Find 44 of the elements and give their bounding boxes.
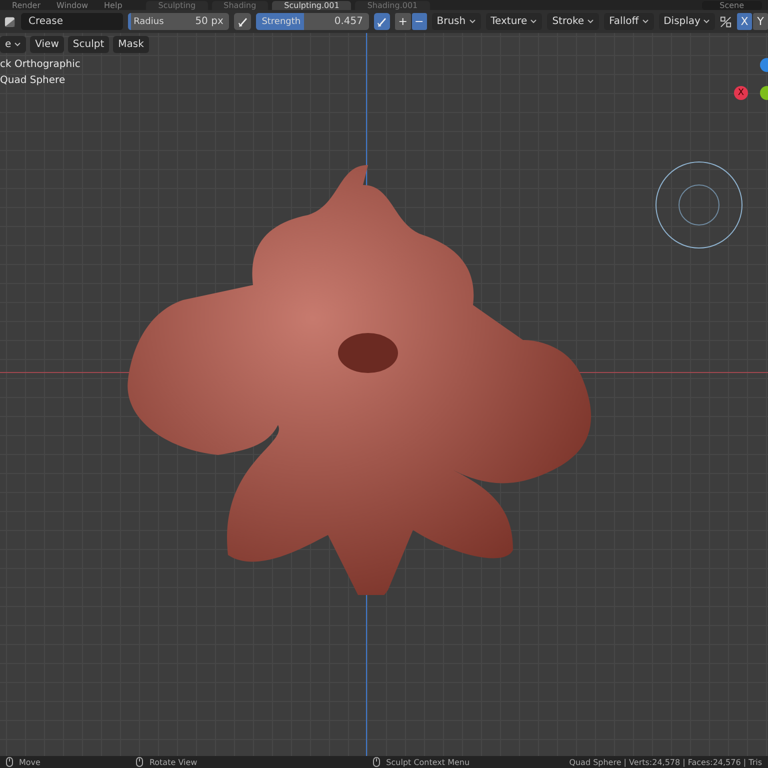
workspace-tab[interactable]: Sculpting.001: [272, 1, 352, 10]
brush-icon: [4, 16, 16, 28]
status-hint: Sculpt Context Menu: [386, 758, 470, 766]
mouse-icon: [6, 757, 13, 767]
scene-field[interactable]: Scene: [702, 1, 762, 10]
menu-dropdown[interactable]: Stroke: [547, 13, 600, 30]
brush-name-field[interactable]: Crease: [20, 13, 123, 30]
status-hint: Move: [19, 758, 40, 766]
radius-slider[interactable]: Radius 50 px: [128, 13, 230, 30]
menu-dropdown[interactable]: Brush: [432, 13, 481, 30]
menu-dropdown[interactable]: Display: [658, 13, 716, 30]
caret-icon: [468, 19, 476, 24]
menu-item[interactable]: Window: [50, 1, 94, 10]
menu-dropdown[interactable]: Falloff: [604, 13, 654, 30]
caret-icon: [530, 19, 538, 24]
menu-item[interactable]: Mask: [113, 36, 149, 52]
direction-button[interactable]: −: [412, 13, 427, 30]
menu-item[interactable]: Render: [6, 1, 46, 10]
pen-pressure-icon: [376, 16, 388, 28]
brush-cursor-icon: [655, 161, 743, 249]
mouse-icon: [373, 757, 380, 767]
viewport-info-text: ck Orthographic: [0, 59, 80, 70]
mouse-icon: [136, 757, 144, 767]
mirror-axis-toggle[interactable]: Y: [753, 13, 768, 30]
caret-icon: [587, 19, 594, 24]
direction-button[interactable]: +: [395, 13, 411, 30]
pen-pressure-icon: [236, 16, 249, 28]
pressure-button[interactable]: [234, 13, 251, 30]
strength-slider[interactable]: Strength 0.457: [256, 13, 369, 30]
mode-dropdown[interactable]: e: [0, 36, 26, 52]
caret-icon: [703, 19, 710, 24]
menu-dropdown[interactable]: Texture: [486, 13, 542, 30]
mirror-icon: [720, 16, 732, 28]
scene-statistics: Quad Sphere | Verts:24,578 | Faces:24,576 | Tris: [569, 758, 762, 766]
status-hint: Rotate View: [149, 758, 198, 766]
menu-item[interactable]: Sculpt: [68, 36, 110, 52]
caret-icon: [14, 42, 22, 46]
viewport-info-text: Quad Sphere: [0, 75, 66, 86]
gizmo-axis-dot[interactable]: X: [734, 86, 748, 100]
mirror-axis-toggle[interactable]: X: [737, 13, 752, 30]
menu-item[interactable]: View: [30, 36, 64, 52]
caret-icon: [642, 19, 649, 24]
pressure-button[interactable]: [374, 13, 390, 30]
menu-item[interactable]: Help: [98, 1, 128, 10]
